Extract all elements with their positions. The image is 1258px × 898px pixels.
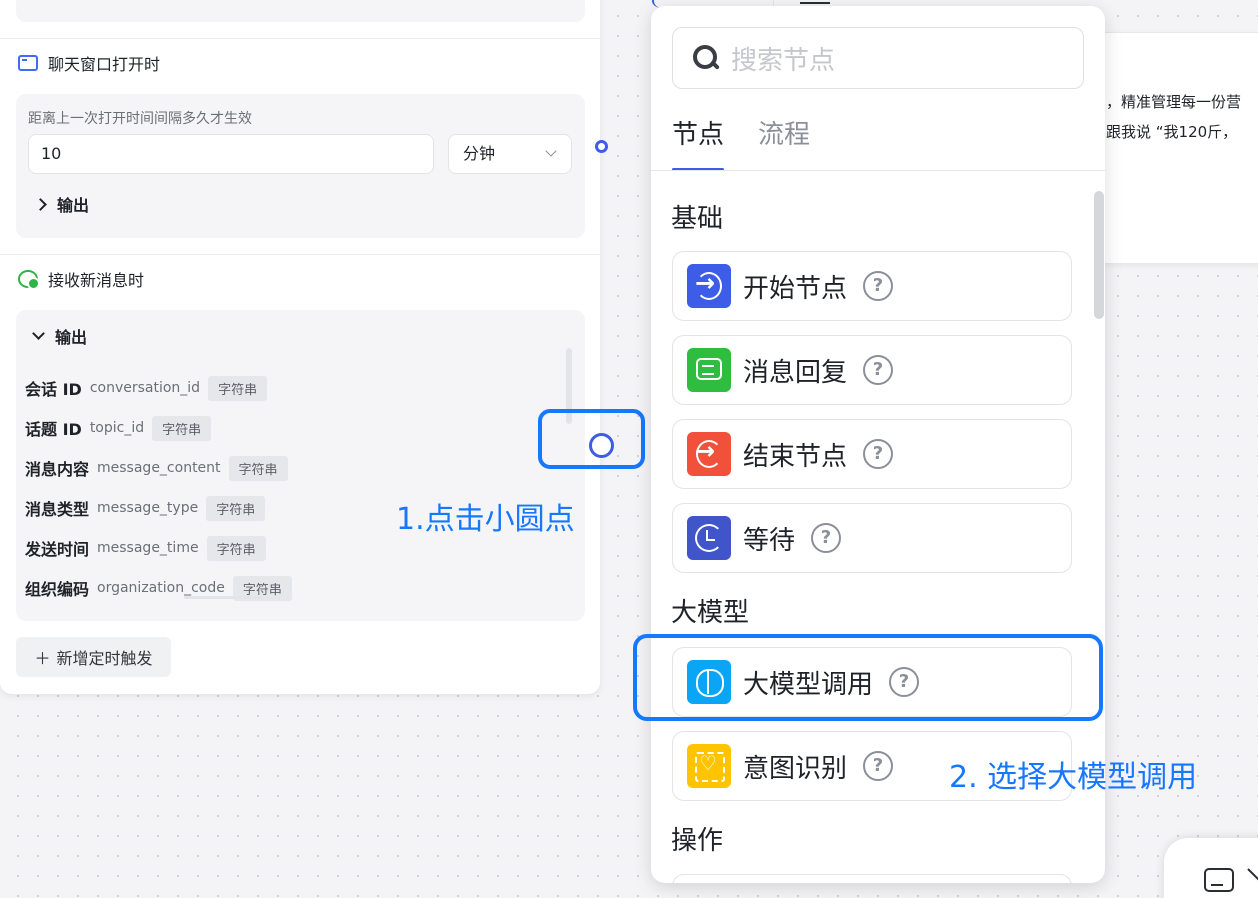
- field-type-badge: 字符串: [208, 375, 268, 401]
- output-field-row: 消息类型 message_type 字符串: [25, 495, 266, 521]
- node-item-label: 开始节点: [743, 273, 848, 304]
- field-type-badge: 字符串: [206, 495, 266, 521]
- output-field-row: 会话 ID conversation_id 字符串: [25, 375, 268, 401]
- node-text-line: ，精准管理每一份营: [1106, 93, 1242, 111]
- field-name: 话题 ID: [25, 420, 82, 439]
- output-field-row: 发送时间 message_time 字符串: [25, 535, 266, 561]
- field-name: 消息内容: [25, 460, 90, 479]
- highlight-box-connector: [538, 409, 645, 469]
- trigger-node-panel: 聊天窗口打开时 距离上一次打开时间间隔多久才生效 10 分钟 输出 接收新消息时…: [0, 0, 600, 694]
- field-type-badge: 字符串: [152, 415, 212, 441]
- category-operations: 操作: [671, 826, 724, 856]
- slash-icon: [1247, 868, 1258, 882]
- node-item-end[interactable]: 结束节点 ?: [672, 419, 1072, 489]
- category-basic: 基础: [671, 204, 724, 234]
- chevron-down-icon: [545, 145, 557, 157]
- field-key: message_content: [97, 460, 221, 476]
- connector-dot[interactable]: [595, 140, 608, 153]
- interval-config: 距离上一次打开时间间隔多久才生效 10 分钟 输出: [16, 94, 585, 238]
- section-header-window-open: 聊天窗口打开时: [18, 51, 160, 75]
- field-key: organization_code: [97, 580, 225, 596]
- canvas-toolbar[interactable]: [1164, 838, 1258, 898]
- add-trigger-label: 新增定时触发: [56, 649, 153, 668]
- field-key: message_type: [97, 500, 199, 516]
- help-icon[interactable]: ?: [863, 751, 894, 781]
- plus-icon: ＋: [34, 649, 51, 668]
- field-name: 组织编码: [25, 580, 90, 599]
- node-item-label: 结束节点: [743, 441, 848, 472]
- node-item-label: 等待: [743, 525, 796, 556]
- field-name: 会话 ID: [25, 380, 82, 399]
- background-node-fragment: [800, 0, 830, 4]
- node-text-line: 跟我说 “我120斤，: [1106, 123, 1238, 141]
- search-placeholder: 搜索节点: [731, 45, 836, 76]
- node-item-wait[interactable]: 等待 ?: [672, 503, 1072, 573]
- intent-scan-icon: [687, 744, 731, 788]
- background-llm-node[interactable]: ，精准管理每一份营 跟我说 “我120斤，: [1085, 32, 1258, 264]
- unit-select[interactable]: 分钟: [448, 134, 572, 174]
- interval-label: 距离上一次打开时间间隔多久才生效: [28, 111, 252, 127]
- output-label: 输出: [57, 196, 90, 215]
- wait-clock-icon: [687, 516, 731, 560]
- chat-icon: [18, 270, 40, 290]
- output-field-row: 消息内容 message_content 字符串: [25, 455, 288, 481]
- node-item-start[interactable]: 开始节点 ?: [672, 251, 1072, 321]
- field-name: 消息类型: [25, 500, 90, 519]
- keyboard-icon[interactable]: [1204, 868, 1234, 892]
- previous-section-box: [16, 0, 585, 22]
- chevron-right-icon: [34, 197, 47, 211]
- chevron-down-icon: [32, 326, 45, 340]
- node-search[interactable]: 搜索节点: [672, 27, 1084, 89]
- horizontal-scrollbar[interactable]: [184, 596, 262, 599]
- section-header-new-message: 接收新消息时: [18, 267, 144, 291]
- field-type-badge: 字符串: [206, 535, 266, 561]
- search-icon: [693, 45, 719, 71]
- highlight-box-llm: [633, 634, 1103, 721]
- help-icon[interactable]: ?: [811, 523, 842, 553]
- output-label: 输出: [55, 328, 88, 347]
- annotation-step1: 1.点击小圆点: [396, 502, 575, 537]
- add-timer-trigger-button[interactable]: ＋ 新增定时触发: [16, 637, 171, 677]
- window-icon: [18, 55, 38, 71]
- tab-nodes[interactable]: 节点: [672, 114, 725, 171]
- tab-flows[interactable]: 流程: [758, 114, 810, 171]
- help-icon[interactable]: ?: [863, 271, 894, 301]
- output-toggle[interactable]: 输出: [34, 192, 89, 216]
- node-item-label: 消息回复: [743, 357, 848, 388]
- unit-select-value: 分钟: [463, 144, 496, 163]
- section-title: 聊天窗口打开时: [48, 55, 161, 74]
- divider: [651, 170, 1105, 171]
- start-arrow-icon: [687, 264, 731, 308]
- divider: [0, 254, 600, 255]
- picker-scrollbar[interactable]: [1094, 191, 1104, 319]
- category-llm: 大模型: [671, 598, 750, 628]
- field-name: 发送时间: [25, 540, 90, 559]
- field-type-badge: 字符串: [228, 455, 288, 481]
- node-item-label: 意图识别: [743, 753, 848, 784]
- node-item-message-reply[interactable]: 消息回复 ?: [672, 335, 1072, 405]
- annotation-step2: 2. 选择大模型调用: [949, 760, 1198, 795]
- help-icon[interactable]: ?: [863, 355, 894, 385]
- field-key: topic_id: [89, 420, 145, 436]
- picker-tabs: 节点 流程: [672, 114, 810, 171]
- output-toggle[interactable]: 输出: [32, 324, 88, 348]
- end-arrow-icon: [687, 432, 731, 476]
- divider: [0, 38, 600, 39]
- field-key: message_time: [97, 540, 199, 556]
- node-item-partial[interactable]: [672, 874, 1072, 883]
- interval-input[interactable]: 10: [28, 134, 434, 174]
- output-field-row: 话题 ID topic_id 字符串: [25, 415, 212, 441]
- message-reply-icon: [687, 348, 731, 392]
- section-title: 接收新消息时: [48, 271, 145, 290]
- field-key: conversation_id: [89, 380, 201, 396]
- help-icon[interactable]: ?: [863, 439, 894, 469]
